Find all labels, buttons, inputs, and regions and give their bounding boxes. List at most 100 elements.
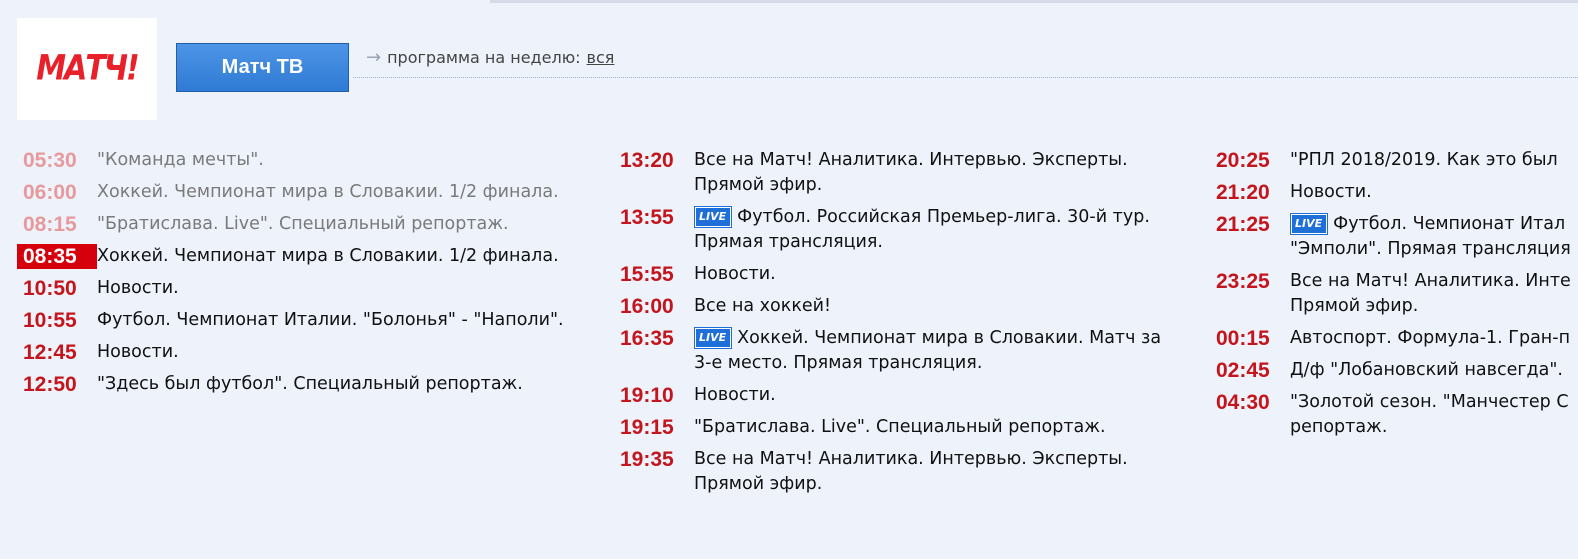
- program-title: "Братислава. Live". Специальный репортаж…: [694, 415, 1106, 440]
- schedule-column-2: 13:20 Все на Матч! Аналитика. Интервью. Э…: [614, 148, 1174, 504]
- program-title-text: "Команда мечты".: [97, 150, 264, 170]
- program-time: 19:35: [620, 448, 674, 471]
- program-title-text: "Братислава. Live". Специальный репортаж…: [97, 214, 509, 234]
- program-item[interactable]: 10:50 Новости.: [17, 276, 577, 301]
- program-item[interactable]: 12:50 "Здесь был футбол". Специальный реп…: [17, 372, 577, 397]
- program-title: Д/ф "Лобановский навсегда".: [1290, 358, 1563, 383]
- week-all-link[interactable]: вся: [587, 48, 615, 67]
- divider: [353, 77, 1578, 78]
- program-title-text: Все на Матч! Аналитика. Инте: [1290, 271, 1571, 291]
- program-item[interactable]: 19:35 Все на Матч! Аналитика. Интервью. Э…: [614, 447, 1174, 497]
- program-title: Футбол. Чемпионат Италии. "Болонья" - "Н…: [97, 308, 564, 333]
- program-title: Новости.: [694, 262, 776, 287]
- program-item[interactable]: 13:20 Все на Матч! Аналитика. Интервью. Э…: [614, 148, 1174, 198]
- program-item[interactable]: 08:35 Хоккей. Чемпионат мира в Словакии. …: [17, 244, 577, 269]
- program-time: 13:20: [620, 149, 674, 172]
- program-title-text: Все на Матч! Аналитика. Интервью. Экспер…: [694, 150, 1128, 195]
- top-strip: [490, 0, 1578, 3]
- program-title: "Братислава. Live". Специальный репортаж…: [97, 212, 509, 237]
- program-title-text: Хоккей. Чемпионат мира в Словакии. 1/2 ф…: [97, 246, 559, 266]
- program-time: 23:25: [1216, 270, 1270, 293]
- arrow-right-icon: →: [366, 47, 382, 68]
- program-title: Новости.: [694, 383, 776, 408]
- program-item[interactable]: 23:25 Все на Матч! Аналитика. Инте Прямой …: [1210, 269, 1578, 319]
- program-item[interactable]: 02:45 Д/ф "Лобановский навсегда".: [1210, 358, 1578, 383]
- program-item[interactable]: 04:30 "Золотой сезон. "Манчестер С репорта…: [1210, 390, 1578, 440]
- program-item[interactable]: 05:30 "Команда мечты".: [17, 148, 577, 173]
- program-item[interactable]: 19:15 "Братислава. Live". Специальный реп…: [614, 415, 1174, 440]
- program-time: 10:50: [23, 277, 77, 300]
- program-title: "РПЛ 2018/2019. Как это был: [1290, 148, 1558, 173]
- program-time: 06:00: [23, 181, 77, 204]
- week-nav-label: программа на неделю:: [387, 48, 581, 67]
- program-title: LIVE Футбол. Чемпионат Итал "Эмполи". Прям…: [1289, 212, 1571, 262]
- program-title-text: Футбол. Чемпионат Итал: [1333, 214, 1566, 234]
- program-title-text: Новости.: [97, 342, 179, 362]
- logo-text: МАТЧ!: [36, 47, 139, 89]
- program-title: Новости.: [97, 340, 179, 365]
- program-item[interactable]: 19:10 Новости.: [614, 383, 1174, 408]
- program-title-text: Новости.: [97, 278, 179, 298]
- program-title: Все на Матч! Аналитика. Интервью. Экспер…: [694, 148, 1174, 198]
- program-title: Хоккей. Чемпионат мира в Словакии. 1/2 ф…: [97, 180, 559, 205]
- program-time: 12:45: [23, 341, 77, 364]
- program-title: Все на хоккей!: [694, 294, 831, 319]
- program-time: 10:55: [23, 309, 77, 332]
- live-badge-icon: LIVE: [693, 206, 733, 228]
- program-item[interactable]: 15:55 Новости.: [614, 262, 1174, 287]
- program-title-text: Прямой эфир.: [1290, 296, 1419, 316]
- program-title: Все на Матч! Аналитика. Инте Прямой эфир.: [1290, 269, 1571, 319]
- program-time: 21:20: [1216, 181, 1270, 204]
- program-item[interactable]: 08:15 "Братислава. Live". Специальный реп…: [17, 212, 577, 237]
- program-time: 16:00: [620, 295, 674, 318]
- channel-logo[interactable]: МАТЧ!: [17, 18, 157, 120]
- program-time: 21:25: [1216, 213, 1270, 236]
- program-title: "Команда мечты".: [97, 148, 264, 173]
- program-title-text: Все на Матч! Аналитика. Интервью. Экспер…: [694, 449, 1128, 494]
- program-title-text: "Здесь был футбол". Специальный репортаж…: [97, 374, 523, 394]
- program-time: 00:15: [1216, 327, 1270, 350]
- program-title: LIVE Хоккей. Чемпионат мира в Словакии. М…: [693, 326, 1174, 376]
- program-title: "Золотой сезон. "Манчестер С репортаж.: [1290, 390, 1569, 440]
- program-title-text: Футбол. Российская Премьер-лига. 30-й ту…: [694, 207, 1150, 252]
- program-time: 19:10: [620, 384, 674, 407]
- program-item[interactable]: 21:25 LIVE Футбол. Чемпионат Итал "Эмполи".…: [1210, 212, 1578, 262]
- program-title-text: "РПЛ 2018/2019. Как это был: [1290, 150, 1558, 170]
- program-title-text: Новости.: [694, 385, 776, 405]
- program-title: Хоккей. Чемпионат мира в Словакии. 1/2 ф…: [97, 244, 559, 269]
- program-time: 08:15: [23, 213, 77, 236]
- program-time: 20:25: [1216, 149, 1270, 172]
- program-title-text: "Эмполи". Прямая трансляция: [1290, 239, 1571, 259]
- program-title: "Здесь был футбол". Специальный репортаж…: [97, 372, 523, 397]
- program-title: Новости.: [1290, 180, 1372, 205]
- program-title-text: Все на хоккей!: [694, 296, 832, 316]
- program-item[interactable]: 16:00 Все на хоккей!: [614, 294, 1174, 319]
- program-title-text: Новости.: [1290, 182, 1372, 202]
- channel-button[interactable]: Матч ТВ: [176, 43, 349, 92]
- program-title-text: Новости.: [694, 264, 776, 284]
- program-item[interactable]: 10:55 Футбол. Чемпионат Италии. "Болонья"…: [17, 308, 577, 333]
- program-time: 05:30: [23, 149, 77, 172]
- program-item[interactable]: 20:25 "РПЛ 2018/2019. Как это был: [1210, 148, 1578, 173]
- program-title-text: Хоккей. Чемпионат мира в Словакии. 1/2 ф…: [97, 182, 559, 202]
- program-time: 02:45: [1216, 359, 1270, 382]
- program-time: 15:55: [620, 263, 674, 286]
- program-item[interactable]: 06:00 Хоккей. Чемпионат мира в Словакии. …: [17, 180, 577, 205]
- program-title-text: "Братислава. Live". Специальный репортаж…: [694, 417, 1106, 437]
- schedule-column-1: 05:30 "Команда мечты". 06:00 Хоккей. Чемпио…: [17, 148, 577, 404]
- program-title-text: Хоккей. Чемпионат мира в Словакии. Матч …: [694, 328, 1162, 373]
- program-time: 08:35: [17, 244, 97, 269]
- program-title-text: Автоспорт. Формула-1. Гран-п: [1290, 328, 1571, 348]
- program-item[interactable]: 12:45 Новости.: [17, 340, 577, 365]
- program-item[interactable]: 16:35 LIVE Хоккей. Чемпионат мира в Словак…: [614, 326, 1174, 376]
- program-time: 12:50: [23, 373, 77, 396]
- schedule-column-3: 20:25 "РПЛ 2018/2019. Как это был 21:20 Нов…: [1210, 148, 1578, 447]
- program-time: 04:30: [1216, 391, 1270, 414]
- program-title: Автоспорт. Формула-1. Гран-п: [1290, 326, 1570, 351]
- program-title: LIVE Футбол. Российская Премьер-лига. 30-…: [693, 205, 1174, 255]
- program-item[interactable]: 21:20 Новости.: [1210, 180, 1578, 205]
- program-item[interactable]: 00:15 Автоспорт. Формула-1. Гран-п: [1210, 326, 1578, 351]
- program-item[interactable]: 13:55 LIVE Футбол. Российская Премьер-лига…: [614, 205, 1174, 255]
- week-nav: → программа на неделю: вся: [366, 47, 614, 68]
- program-time: 13:55: [620, 206, 674, 229]
